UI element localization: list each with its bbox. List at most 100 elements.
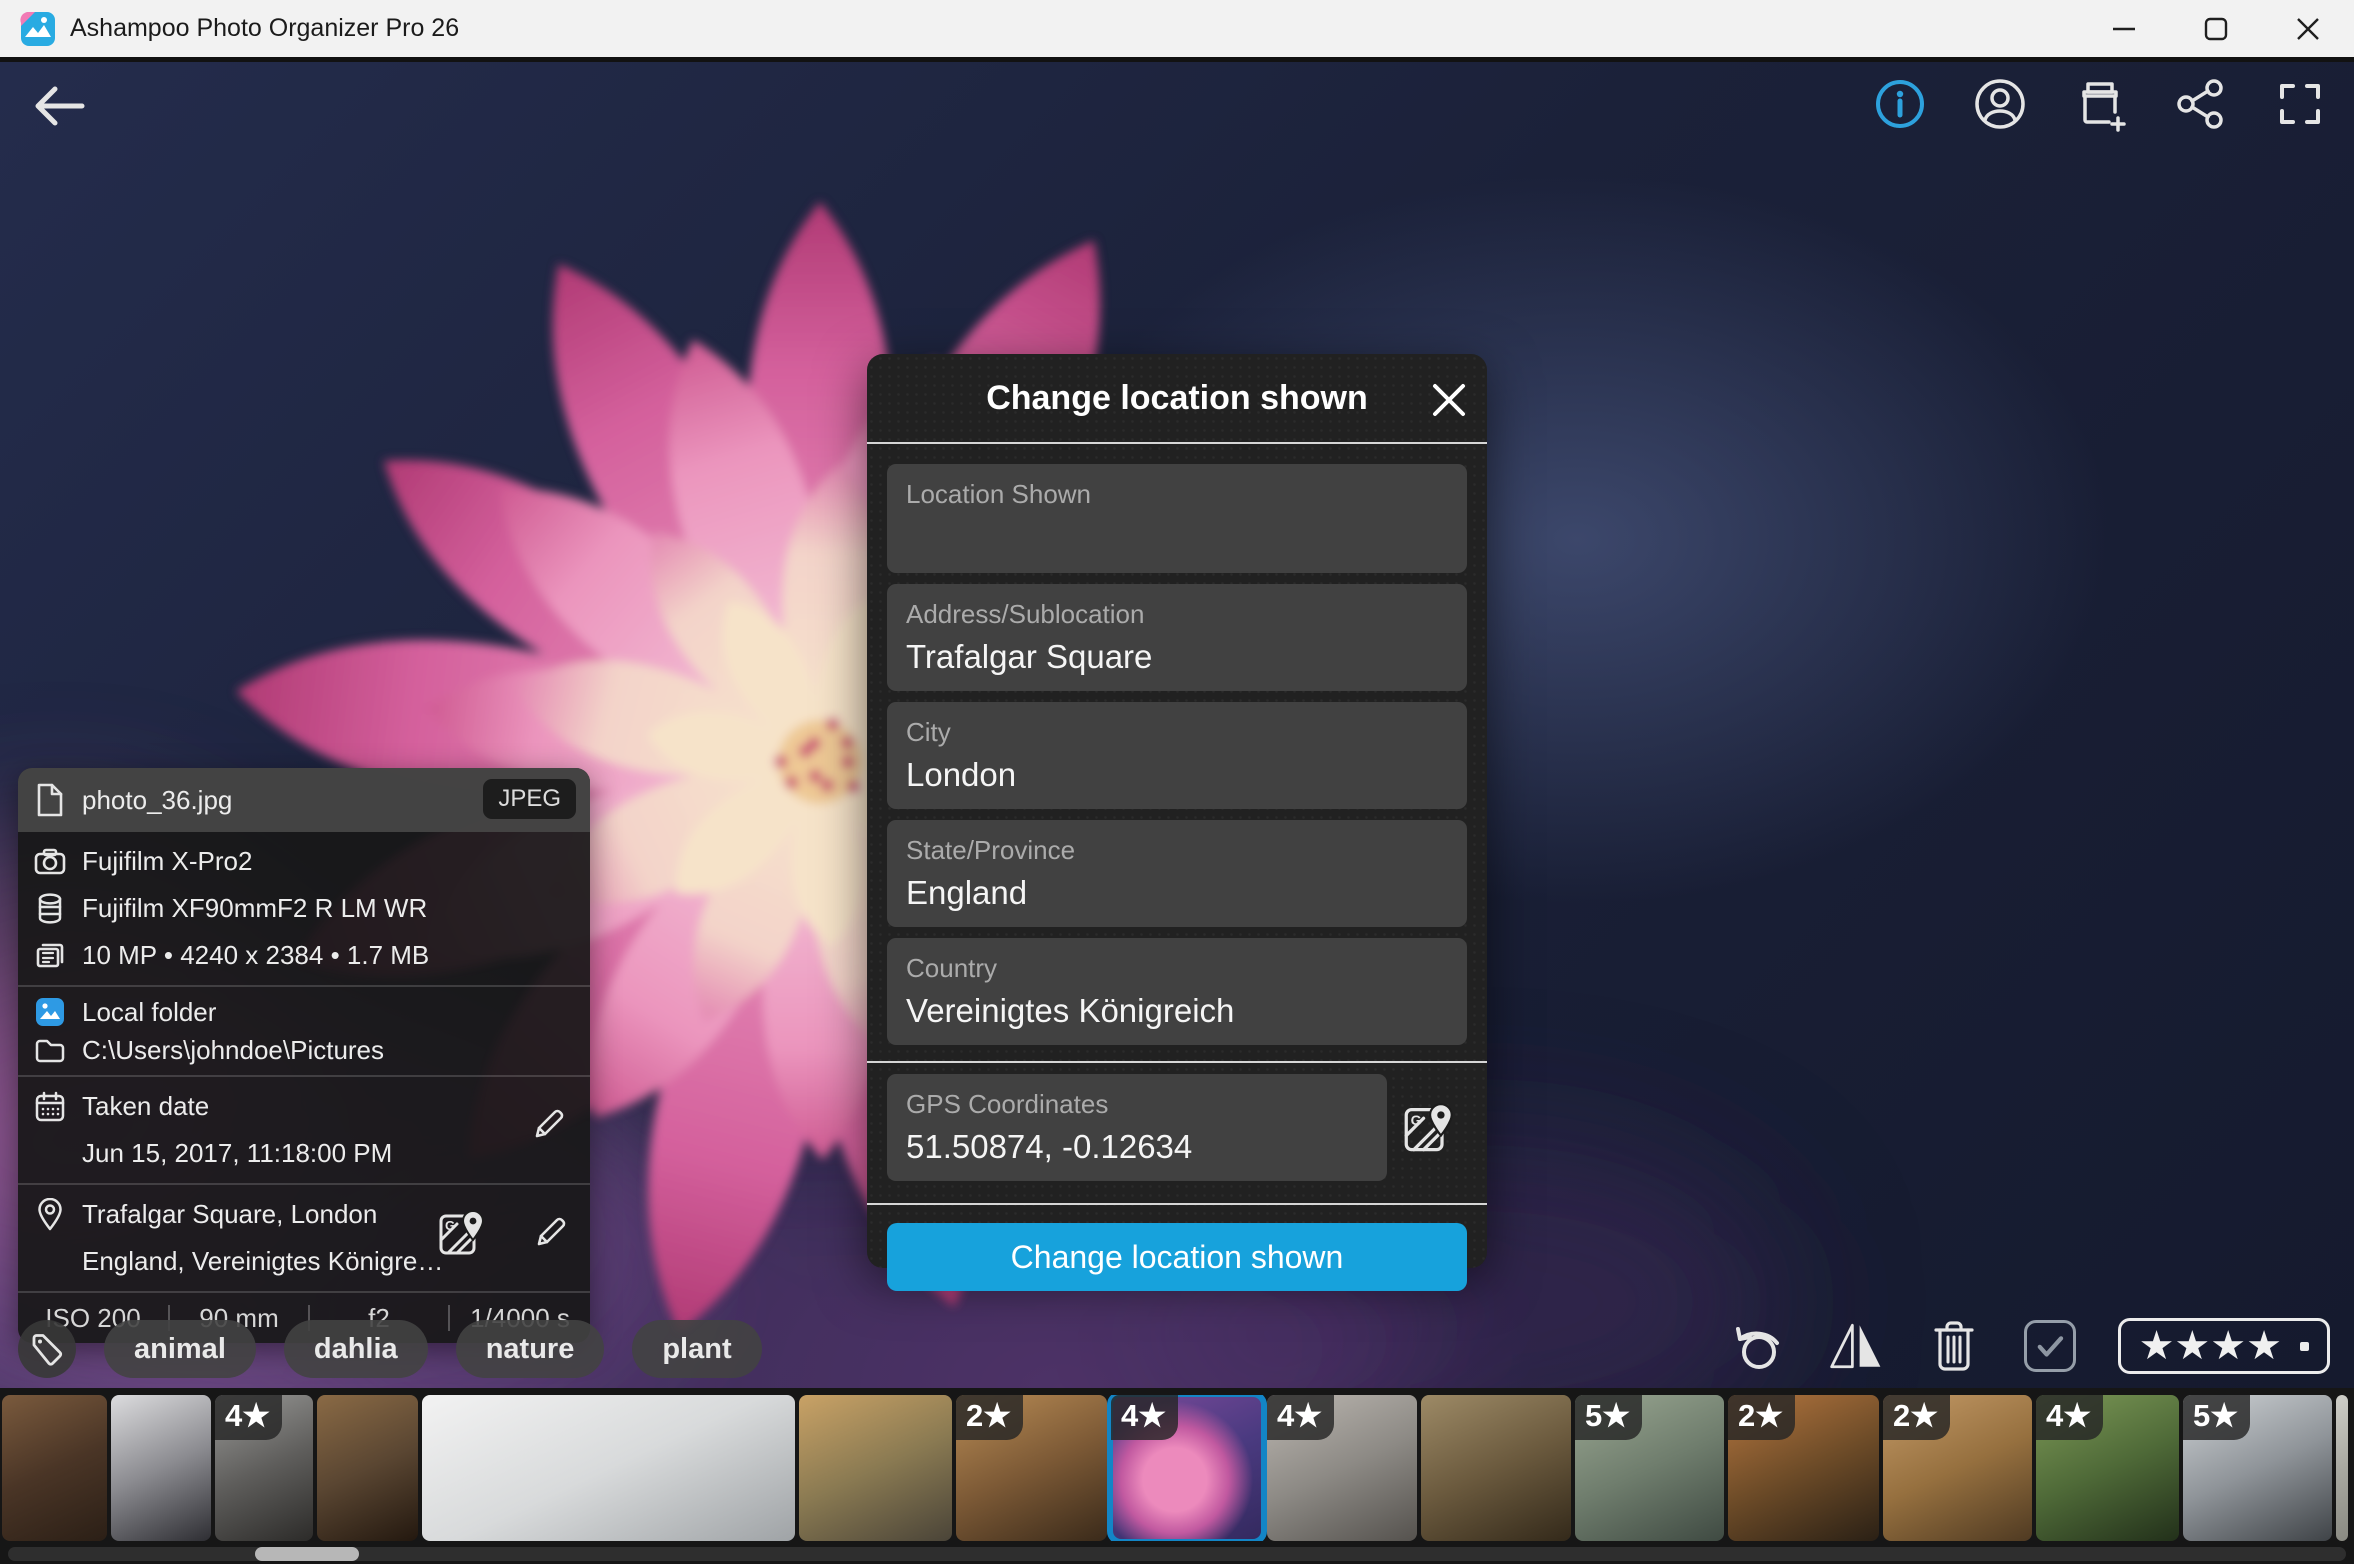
fullscreen-icon [2275, 79, 2325, 129]
filmstrip-scrollbar-track[interactable] [8, 1547, 2346, 1561]
folder-icon [34, 1038, 66, 1063]
star-icon[interactable]: ★ [2139, 1324, 2175, 1368]
thumb-rating-badge: 2★ [956, 1395, 1023, 1440]
tag-pill-animal[interactable]: animal [104, 1320, 256, 1378]
gps-open-map-button[interactable]: G [1403, 1102, 1455, 1154]
dialog-close-button[interactable] [1421, 376, 1469, 424]
filmstrip-thumb-white-cat[interactable]: 4★ [1267, 1395, 1417, 1541]
field-label: GPS Coordinates [906, 1089, 1368, 1120]
svg-text:G: G [1411, 1111, 1422, 1127]
filmstrip-thumb-girl-balloons[interactable]: 5★ [1575, 1395, 1724, 1541]
info-header: photo_36.jpg JPEG [18, 768, 590, 832]
filmstrip-thumb-dog-graffiti[interactable] [799, 1395, 952, 1541]
google-maps-icon: G [438, 1209, 486, 1257]
photo-resolution: 10 MP • 4240 x 2384 • 1.7 MB [82, 940, 429, 971]
filmstrip-thumb-goats[interactable] [2, 1395, 107, 1541]
field-country[interactable]: Country Vereinigtes Königreich [887, 938, 1467, 1045]
dialog-title: Change location shown [986, 379, 1368, 418]
camera-icon [34, 848, 66, 875]
fullscreen-button[interactable] [2272, 76, 2328, 132]
taken-date-value: Jun 15, 2017, 11:18:00 PM [82, 1138, 392, 1169]
minimize-button[interactable] [2078, 0, 2170, 57]
close-x-icon [1427, 378, 1471, 422]
filmstrip-scrollbar-thumb[interactable] [255, 1547, 359, 1561]
filmstrip-thumb-dog-path[interactable]: 2★ [1883, 1395, 2032, 1541]
field-state-province[interactable]: State/Province England [887, 820, 1467, 927]
google-maps-icon: G [1403, 1102, 1455, 1154]
filmstrip-thumb-dog-orange-bow[interactable] [317, 1395, 418, 1541]
filmstrip-thumb-golden-retriever[interactable]: 2★ [956, 1395, 1107, 1541]
check-icon [2033, 1326, 2067, 1366]
filmstrip-thumb-edge-sliver[interactable] [2336, 1395, 2348, 1541]
edit-location-button[interactable] [532, 1213, 570, 1251]
delete-button[interactable] [1926, 1318, 1982, 1374]
thumb-rating-badge: 2★ [1883, 1395, 1950, 1440]
tag-pill-plant[interactable]: plant [632, 1320, 761, 1378]
info-button[interactable] [1872, 76, 1928, 132]
close-button[interactable] [2262, 0, 2354, 57]
star-icon[interactable]: ★ [2210, 1324, 2246, 1368]
titlebar: Ashampoo Photo Organizer Pro 26 [0, 0, 2354, 57]
camera-section: Fujifilm X-Pro2 Fujifilm XF90mmF2 R LM W… [18, 832, 590, 985]
field-address-sublocation[interactable]: Address/Sublocation Trafalgar Square [887, 584, 1467, 691]
field-location-shown[interactable]: Location Shown [887, 464, 1467, 573]
add-tag-button[interactable] [18, 1320, 76, 1378]
star-icon[interactable]: ★ [2174, 1324, 2210, 1368]
tag-icon [30, 1332, 64, 1366]
account-button[interactable] [1972, 76, 2028, 132]
location-section: Trafalgar Square, London England, Verein… [18, 1185, 590, 1291]
filmstrip-thumb-cat-snow-wide[interactable] [422, 1395, 795, 1541]
star-icon[interactable]: ★ [2246, 1324, 2282, 1368]
filmstrip-thumb-dog-snow[interactable] [111, 1395, 211, 1541]
export-button[interactable] [2072, 76, 2128, 132]
edit-date-button[interactable] [530, 1105, 568, 1143]
storage-section: Local folder C:\Users\johndoe\Pictures [18, 987, 590, 1075]
tag-pill-dahlia[interactable]: dahlia [284, 1320, 428, 1378]
star-dot [2300, 1342, 2309, 1351]
field-gps-coordinates[interactable]: GPS Coordinates 51.50874, -0.12634 [887, 1074, 1387, 1181]
field-value: London [906, 756, 1448, 794]
filmstrip-thumb-shaggy-dog[interactable]: 4★ [2036, 1395, 2179, 1541]
back-button[interactable] [24, 80, 88, 132]
dialog-body: Location Shown Address/Sublocation Trafa… [867, 444, 1487, 1205]
share-button[interactable] [2172, 76, 2228, 132]
tags-row: animal dahlia nature plant [18, 1320, 762, 1378]
calendar-icon [34, 1091, 66, 1123]
pencil-icon [532, 1213, 570, 1251]
field-value: Vereinigtes Königreich [906, 992, 1448, 1030]
star-rating[interactable]: ★★★★ [2118, 1318, 2330, 1374]
app-window: Ashampoo Photo Organizer Pro 26 [0, 0, 2354, 1564]
photos-app-icon [34, 997, 66, 1027]
filmstrip-area: 4★2★4★4★5★2★2★4★5★ [0, 1388, 2354, 1564]
change-location-submit-button[interactable]: Change location shown [887, 1223, 1467, 1291]
field-value: 51.50874, -0.12634 [906, 1128, 1368, 1166]
lens-model: Fujifilm XF90mmF2 R LM WR [82, 893, 427, 924]
select-checkbox[interactable] [2024, 1320, 2076, 1372]
svg-text:G: G [445, 1218, 455, 1233]
change-location-dialog: Change location shown Location Shown Add… [867, 354, 1487, 1268]
maximize-button[interactable] [2170, 0, 2262, 57]
filmstrip-thumb-dahlia[interactable]: 4★ [1111, 1395, 1263, 1541]
filmstrip-thumb-fox[interactable]: 2★ [1728, 1395, 1879, 1541]
camera-model: Fujifilm X-Pro2 [82, 846, 252, 877]
filmstrip-thumb-dog-newspaper[interactable]: 4★ [215, 1395, 313, 1541]
location-pin-icon [34, 1198, 66, 1231]
open-map-button[interactable]: G [438, 1209, 486, 1257]
flip-horizontal-button[interactable] [1828, 1318, 1884, 1374]
thumb-rating-badge: 4★ [2036, 1395, 2103, 1440]
field-city[interactable]: City London [887, 702, 1467, 809]
filmstrip-thumb-spaniel-stump[interactable] [1421, 1395, 1571, 1541]
thumb-rating-badge: 5★ [1575, 1395, 1642, 1440]
layers-icon [34, 941, 66, 970]
dialog-divider [867, 1061, 1487, 1063]
field-label: State/Province [906, 835, 1448, 866]
photo-info-panel: photo_36.jpg JPEG Fujifilm X-Pro2 [18, 768, 590, 1343]
top-toolbar [1872, 76, 2328, 132]
thumb-rating-badge: 2★ [1728, 1395, 1795, 1440]
location-line2: England, Vereinigtes Königre… [82, 1246, 443, 1277]
dialog-header: Change location shown [867, 354, 1487, 442]
edit-toolbar: ★★★★ [1730, 1318, 2330, 1374]
tag-pill-nature[interactable]: nature [456, 1320, 605, 1378]
filmstrip-thumb-goggles-dog[interactable]: 5★ [2183, 1395, 2332, 1541]
rotate-button[interactable] [1730, 1318, 1786, 1374]
